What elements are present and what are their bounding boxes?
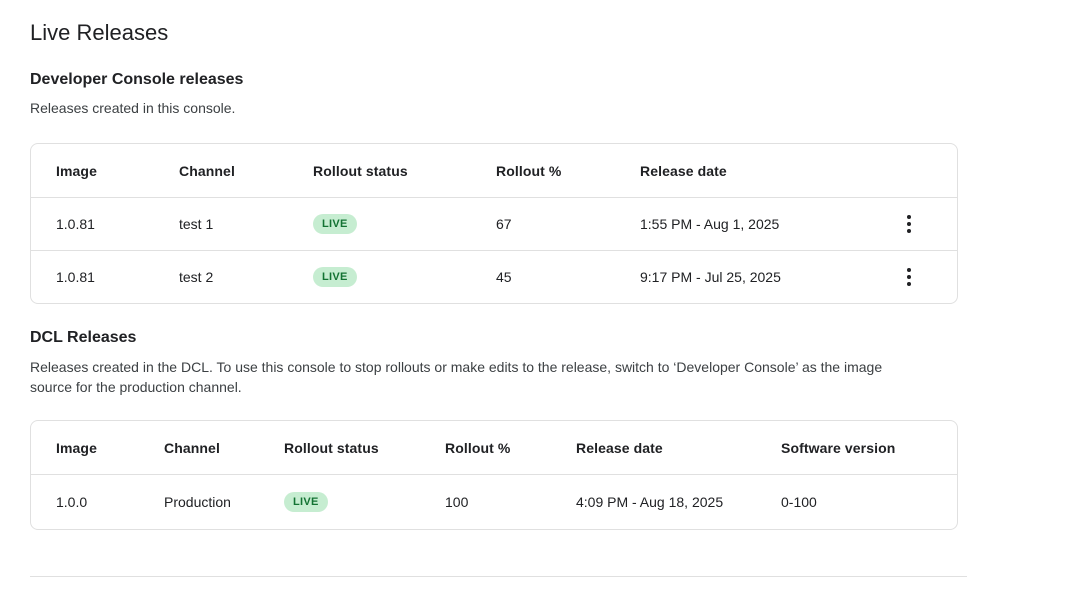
column-header-image: Image (31, 440, 139, 456)
image-cell: 1.0.81 (31, 216, 154, 232)
section-description-developer-console: Releases created in this console. (30, 99, 914, 117)
software-version-cell: 0-100 (756, 494, 957, 510)
column-header-software-version: Software version (756, 440, 957, 456)
section-dcl-releases: DCL Releases Releases created in the DCL… (30, 328, 1046, 530)
release-date-cell: 1:55 PM - Aug 1, 2025 (615, 216, 861, 232)
status-badge: LIVE (313, 267, 357, 287)
kebab-menu-icon (907, 215, 911, 233)
rollout-pct-cell: 45 (471, 269, 615, 285)
table-row: 1.0.81 test 2 LIVE 45 9:17 PM - Jul 25, … (31, 250, 957, 303)
release-date-cell: 4:09 PM - Aug 18, 2025 (551, 494, 756, 510)
column-header-channel: Channel (139, 440, 259, 456)
section-description-dcl: Releases created in the DCL. To use this… (30, 357, 914, 397)
column-header-image: Image (31, 163, 154, 179)
status-badge: LIVE (284, 492, 328, 512)
rollout-status-cell: LIVE (288, 214, 471, 234)
rollout-pct-cell: 100 (420, 494, 551, 510)
table-header-row: Image Channel Rollout status Rollout % R… (31, 144, 957, 197)
rollout-status-cell: LIVE (288, 267, 471, 287)
section-heading-developer-console: Developer Console releases (30, 70, 1046, 90)
divider (30, 576, 967, 577)
column-header-release-date: Release date (615, 163, 861, 179)
channel-cell: test 1 (154, 216, 288, 232)
column-header-rollout-pct: Rollout % (471, 163, 615, 179)
actions-cell (861, 261, 957, 293)
actions-cell (861, 208, 957, 240)
dcl-releases-table: Image Channel Rollout status Rollout % R… (30, 420, 958, 530)
developer-console-releases-table: Image Channel Rollout status Rollout % R… (30, 143, 958, 304)
image-cell: 1.0.0 (31, 494, 139, 510)
column-header-rollout-status: Rollout status (259, 440, 420, 456)
row-menu-button[interactable] (893, 208, 925, 240)
live-releases-page: Live Releases Developer Console releases… (0, 20, 1076, 577)
section-heading-dcl: DCL Releases (30, 328, 1046, 348)
section-developer-console-releases: Developer Console releases Releases crea… (30, 70, 1046, 304)
row-menu-button[interactable] (893, 261, 925, 293)
channel-cell: Production (139, 494, 259, 510)
column-header-release-date: Release date (551, 440, 756, 456)
column-header-rollout-pct: Rollout % (420, 440, 551, 456)
table-header-row: Image Channel Rollout status Rollout % R… (31, 421, 957, 474)
column-header-rollout-status: Rollout status (288, 163, 471, 179)
rollout-status-cell: LIVE (259, 492, 420, 512)
channel-cell: test 2 (154, 269, 288, 285)
page-title: Live Releases (30, 20, 1046, 46)
column-header-channel: Channel (154, 163, 288, 179)
kebab-menu-icon (907, 268, 911, 286)
release-date-cell: 9:17 PM - Jul 25, 2025 (615, 269, 861, 285)
table-row: 1.0.81 test 1 LIVE 67 1:55 PM - Aug 1, 2… (31, 197, 957, 250)
rollout-pct-cell: 67 (471, 216, 615, 232)
table-row: 1.0.0 Production LIVE 100 4:09 PM - Aug … (31, 474, 957, 529)
status-badge: LIVE (313, 214, 357, 234)
image-cell: 1.0.81 (31, 269, 154, 285)
